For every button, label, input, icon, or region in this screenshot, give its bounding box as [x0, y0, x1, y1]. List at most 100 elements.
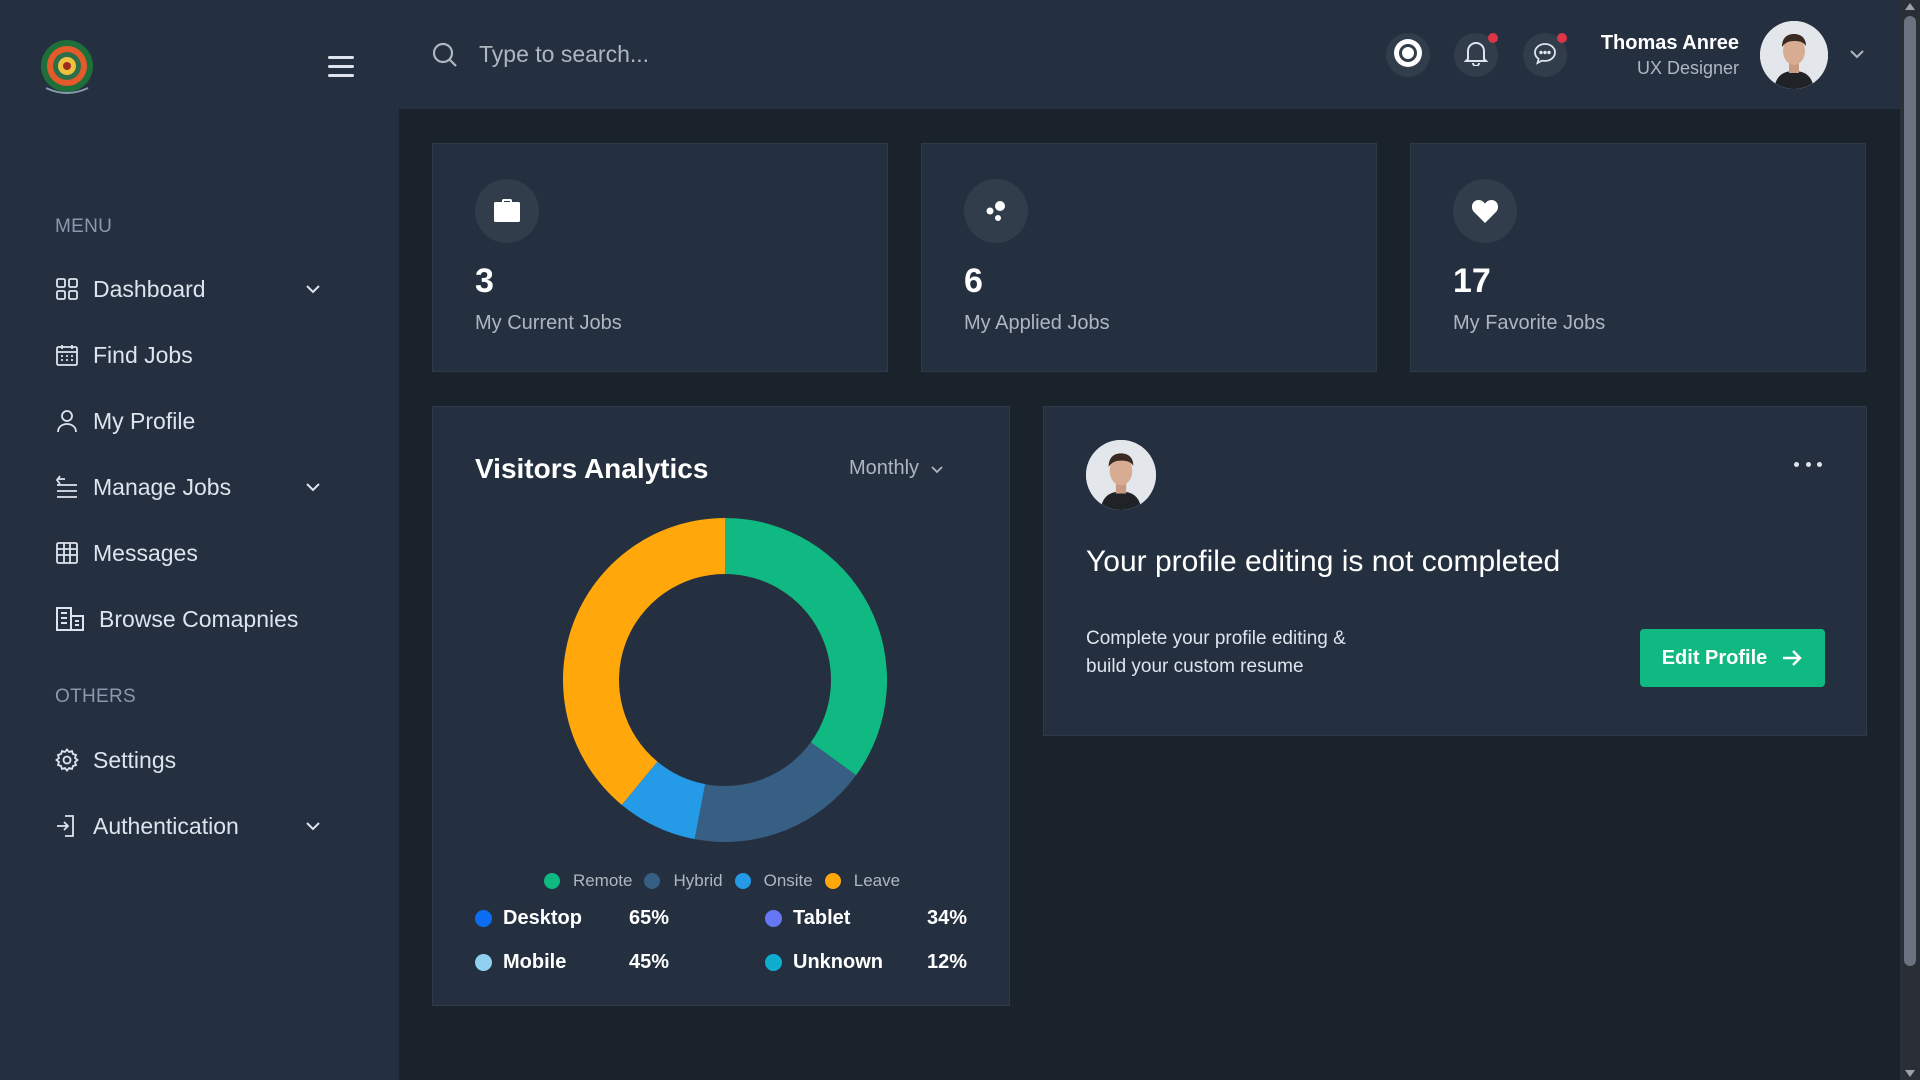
arrow-right-icon [1783, 650, 1803, 666]
user-icon [55, 409, 79, 433]
logo[interactable] [38, 36, 96, 100]
legend-label: Hybrid [673, 871, 723, 890]
notification-dot [1488, 33, 1498, 43]
legend-label: Onsite [763, 871, 813, 890]
donut-slice-remote [725, 518, 887, 776]
legend-swatch [543, 873, 560, 889]
theme-toggle-button[interactable] [1386, 33, 1430, 77]
building-icon [55, 607, 85, 631]
device-tablet: Tablet [765, 907, 850, 930]
table-icon [55, 541, 79, 565]
button-label: Edit Profile [1661, 646, 1768, 669]
sidebar-item-label: Manage Jobs [93, 473, 232, 500]
description-line: Complete your profile editing & [1086, 628, 1346, 649]
briefcase-icon [475, 179, 539, 243]
mobile-swatch [475, 954, 492, 971]
legend-label: Remote [572, 871, 633, 890]
list-icon [55, 475, 79, 499]
scroll-thumb[interactable] [1904, 16, 1916, 966]
sidebar-item-browse-companies[interactable]: Browse Comapnies [55, 597, 345, 641]
heart-icon [1453, 179, 1517, 243]
sidebar-item-label: My Profile [93, 407, 196, 434]
scrollbar[interactable] [1900, 0, 1920, 1080]
stat-label: My Current Jobs [475, 312, 622, 334]
user-avatar[interactable] [1760, 21, 1828, 89]
chevron-down-icon [303, 816, 323, 836]
gear-icon [55, 748, 79, 772]
device-unknown: Unknown [765, 951, 883, 974]
stat-label: My Applied Jobs [964, 312, 1110, 334]
sidebar-item-find-jobs[interactable]: Find Jobs [55, 333, 345, 377]
edit-profile-button[interactable]: Edit Profile [1640, 629, 1825, 687]
legend-item-remote: Remote [543, 871, 633, 891]
others-heading: OTHERS [55, 686, 136, 707]
desktop-swatch [475, 910, 492, 927]
legend-swatch [734, 873, 751, 889]
device-pct: 65% [628, 907, 669, 929]
legend-item-onsite: Onsite [734, 871, 813, 891]
sidebar-item-dashboard[interactable]: Dashboard [55, 267, 345, 311]
sidebar-item-label: Settings [93, 746, 177, 773]
notifications-button[interactable] [1454, 33, 1498, 77]
chevron-down-icon [931, 465, 943, 473]
stat-value: 6 [964, 262, 983, 300]
user-name[interactable]: Thomas Anree [1601, 32, 1739, 55]
login-icon [55, 814, 79, 838]
top-header: Thomas Anree UX Designer [399, 0, 1900, 109]
device-pct: 12% [926, 951, 967, 973]
period-select[interactable]: Monthly [849, 457, 945, 480]
device-pct: 45% [628, 951, 669, 973]
legend-swatch [644, 873, 661, 889]
stat-value: 3 [475, 262, 494, 300]
unknown-swatch [765, 954, 782, 971]
menu-heading: MENU [55, 216, 113, 237]
stat-card-current-jobs: 3 My Current Jobs [432, 143, 888, 372]
device-name: Desktop [503, 907, 582, 929]
stat-label: My Favorite Jobs [1453, 312, 1606, 334]
sidebar-item-label: Dashboard [93, 275, 206, 302]
sidebar-item-label: Messages [93, 539, 198, 566]
chevron-down-icon [303, 477, 323, 497]
stat-card-favorite-jobs: 17 My Favorite Jobs [1410, 143, 1866, 372]
avatar [1086, 440, 1156, 510]
chevron-down-icon [303, 279, 323, 299]
chat-icon [1533, 41, 1557, 70]
period-value: Monthly [849, 457, 920, 479]
visitors-analytics-card: Visitors Analytics Monthly Remote Hybrid O… [432, 406, 1010, 1006]
donut-chart [563, 518, 887, 842]
legend-swatch [824, 873, 841, 889]
sun-icon [1392, 37, 1424, 74]
device-desktop: Desktop [475, 907, 582, 930]
device-name: Tablet [793, 907, 851, 929]
bell-icon [1463, 40, 1489, 71]
card-description: Complete your profile editing & build yo… [1086, 625, 1416, 681]
legend-item-hybrid: Hybrid [644, 871, 723, 891]
legend-label: Leave [853, 871, 901, 890]
menu-toggle-button[interactable] [328, 56, 360, 84]
sidebar-item-messages[interactable]: Messages [55, 531, 345, 575]
messages-button[interactable] [1523, 33, 1567, 77]
device-mobile: Mobile [475, 951, 566, 974]
card-title: Your profile editing is not completed [1086, 545, 1561, 578]
donut-slice-leave [563, 518, 725, 805]
sidebar-item-authentication[interactable]: Authentication [55, 804, 345, 848]
tablet-swatch [765, 910, 782, 927]
user-role: UX Designer [1636, 58, 1739, 78]
chevron-down-icon[interactable] [1847, 44, 1867, 64]
dots-icon [964, 179, 1028, 243]
search-icon[interactable] [431, 41, 459, 69]
grid-icon [55, 277, 79, 301]
device-name: Unknown [793, 951, 883, 973]
stat-value: 17 [1453, 262, 1491, 300]
scroll-down-icon[interactable] [1905, 1070, 1915, 1077]
search-input[interactable] [479, 36, 979, 72]
device-name: Mobile [503, 951, 567, 973]
legend-item-leave: Leave [824, 871, 901, 891]
more-options-icon[interactable] [1794, 457, 1822, 471]
sidebar-item-settings[interactable]: Settings [55, 738, 345, 782]
sidebar-item-manage-jobs[interactable]: Manage Jobs [55, 465, 345, 509]
scroll-up-icon[interactable] [1905, 3, 1915, 10]
calendar-icon [55, 343, 79, 367]
sidebar-item-label: Browse Comapnies [99, 605, 299, 632]
sidebar-item-my-profile[interactable]: My Profile [55, 399, 345, 443]
